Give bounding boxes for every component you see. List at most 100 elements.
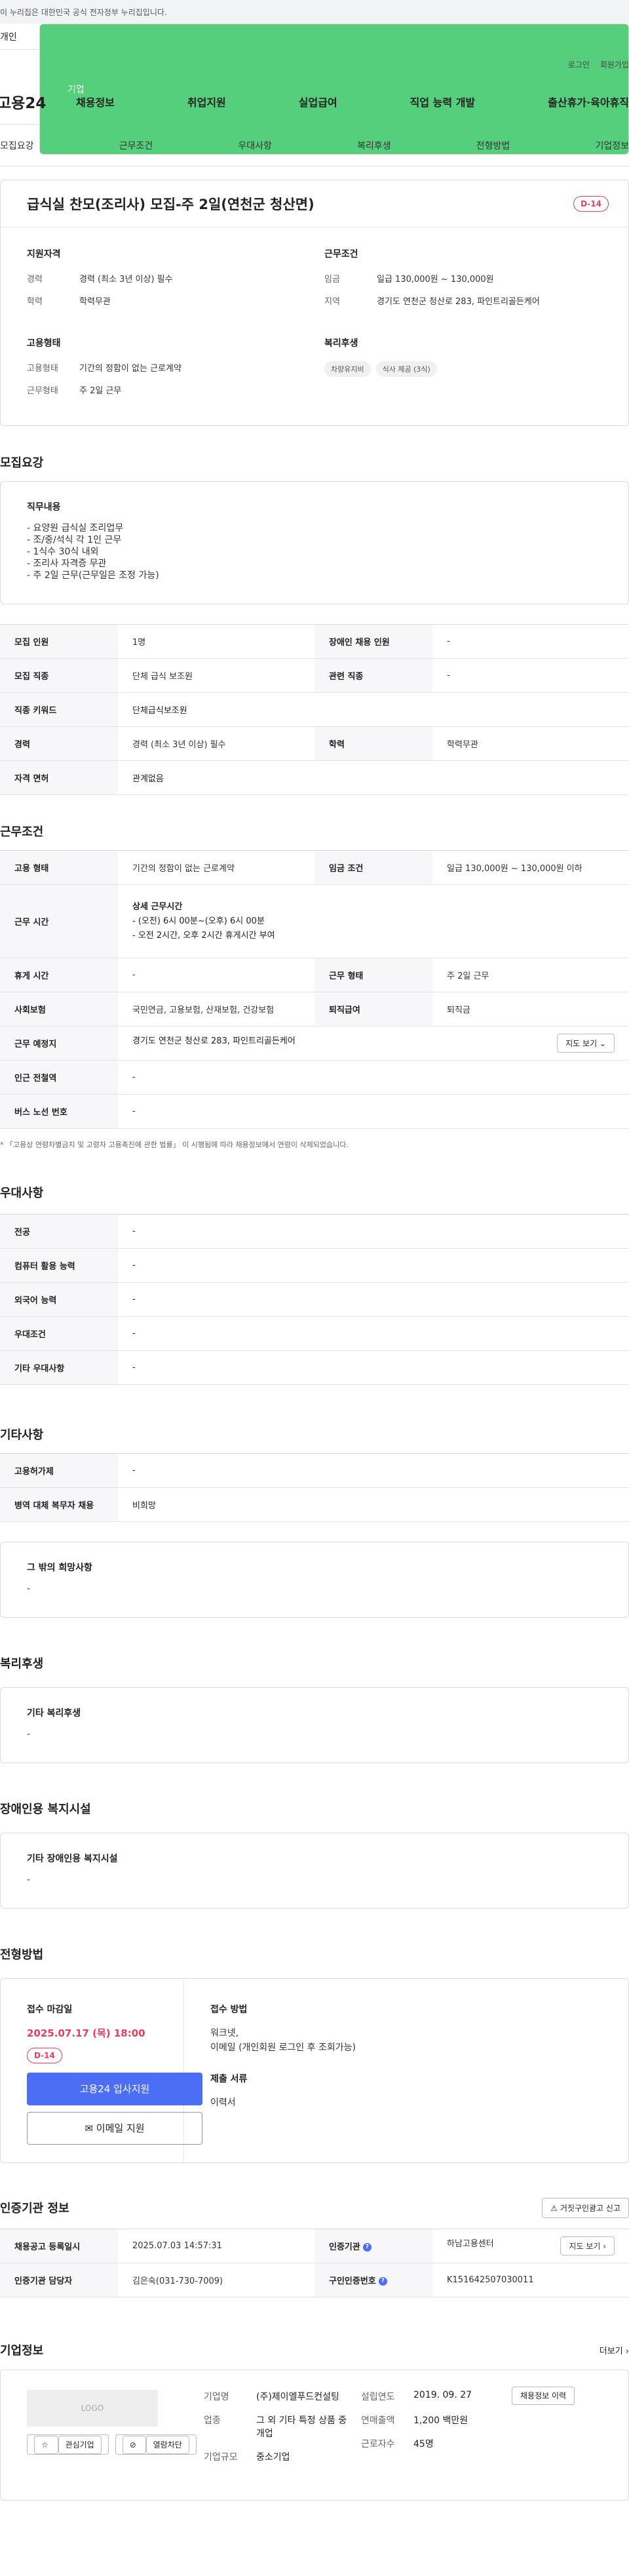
- table-header-cell: 휴게 시간: [0, 958, 118, 992]
- table-row: 버스 노선 번호 -: [0, 1094, 629, 1129]
- anchor-preferences[interactable]: 우대사항: [238, 139, 272, 152]
- table-header-cell: 근무 예정지: [0, 1026, 118, 1061]
- emp-form-label: 근무형태: [27, 386, 58, 396]
- table-cell: -: [432, 658, 629, 693]
- block-label: 열람차단: [145, 2436, 189, 2454]
- conditions-title: 근무조건: [324, 249, 358, 260]
- employees-value: 45명: [413, 2439, 434, 2449]
- agency-table: 채용공고 등록일시 2025.07.03 14:57:31 인증기관? 하남고용센…: [0, 2229, 629, 2297]
- apply-button[interactable]: 고용24 입사지원: [27, 2073, 202, 2105]
- report-fake-ad-button[interactable]: ⚠ 거짓구인광고 신고: [542, 2197, 629, 2218]
- table-row: 근무 시간 상세 근무시간 - (오전) 6시 00분~(오후) 6시 00분 …: [0, 884, 629, 958]
- area-value: 경기도 연천군 청산로 283, 파인트리골든케어: [377, 297, 540, 307]
- anchor-process[interactable]: 전형방법: [476, 139, 510, 152]
- table-header-cell: 고용허가제: [0, 1453, 118, 1488]
- duty-line: - 주 2일 근무(근무일은 조정 가능): [27, 570, 159, 581]
- table-cell: 하남고용센터 지도 보기 ›: [432, 2229, 629, 2263]
- table-header-cell: 임금 조건: [314, 850, 432, 885]
- tab-company[interactable]: 기업: [39, 24, 629, 155]
- hiring-history-button[interactable]: 채용정보 이력: [512, 2387, 575, 2405]
- sales-label: 연매출액: [361, 2415, 395, 2426]
- work-time-line: - 오전 2시간, 오후 2시간 휴게시간 부여: [132, 930, 275, 941]
- scale-label: 기업규모: [204, 2452, 238, 2463]
- alert-icon: ⚠: [550, 2203, 560, 2213]
- email-apply-button[interactable]: ✉ 이메일 지원: [27, 2112, 202, 2145]
- duty-title: 직무내용: [27, 502, 61, 513]
- wage-value: 일급 130,000원 ~ 130,000원: [377, 275, 494, 284]
- menu-item-unemployment-benefit[interactable]: 실업급여: [299, 94, 337, 109]
- founded-label: 설립연도: [361, 2392, 395, 2402]
- table-header-cell: 퇴직급여: [314, 992, 432, 1026]
- table-cell: 일급 130,000원 ~ 130,000원 이하: [432, 850, 629, 885]
- emp-form-value: 주 2일 근무: [79, 386, 122, 396]
- table-cell: 퇴직금: [432, 992, 629, 1026]
- welfare-summary-title: 복리후생: [324, 338, 358, 349]
- education-label: 학력: [27, 297, 43, 307]
- disabled-box: 기타 장애인용 복지시설 -: [0, 1833, 629, 1909]
- star-icon: ☆: [34, 2436, 58, 2454]
- disabled-box-value: -: [27, 1875, 31, 1885]
- table-row: 채용공고 등록일시 2025.07.03 14:57:31 인증기관? 하남고용센…: [0, 2229, 629, 2263]
- help-icon[interactable]: ?: [362, 2243, 372, 2252]
- company-header: 기업정보 더보기 ›: [0, 2297, 629, 2370]
- table-header-cell: 인증기관 담당자: [0, 2263, 118, 2297]
- deadline-title: 접수 마감일: [27, 2004, 73, 2015]
- section-title-disabled: 장애인용 복지시설: [0, 1803, 91, 1816]
- menu-item-parental-leave[interactable]: 출산휴가·육아휴직: [548, 94, 629, 109]
- login-link[interactable]: 로그인: [568, 59, 590, 70]
- work-address: 경기도 연천군 청산로 283, 파인트리골든케어: [132, 1036, 295, 1046]
- welfare-box-value: -: [27, 1729, 31, 1740]
- employment-title: 고용형태: [27, 338, 61, 349]
- block-view-button[interactable]: ⊘ 열람차단: [115, 2434, 197, 2455]
- site-logo[interactable]: 고용24: [0, 90, 76, 113]
- industry-value: 그 외 기타 특정 상품 중개업: [256, 2415, 347, 2439]
- anchor-recruit[interactable]: 모집요강: [0, 139, 34, 152]
- agency-header: 인증기관 정보 ⚠ 거짓구인광고 신고: [0, 2163, 629, 2229]
- table-cell: -: [118, 1316, 629, 1351]
- table-cell: 주 2일 근무: [432, 958, 629, 992]
- table-header-cell: 관련 직종: [314, 658, 432, 693]
- gov-banner-text: 이 누리집은 대한민국 공식 전자정부 누리집입니다.: [0, 8, 167, 17]
- table-header-cell: 버스 노선 번호: [0, 1094, 118, 1129]
- table-row: 모집 직종 단체 급식 보조원 관련 직종 -: [0, 658, 629, 693]
- work-table: 고용 형태 기간의 정함이 없는 근로계약 임금 조건 일급 130,000원 ~ …: [0, 850, 629, 1129]
- table-header-cell: 외국어 능력: [0, 1282, 118, 1317]
- table-header-cell: 모집 직종: [0, 658, 118, 693]
- table-header-cell: 경력: [0, 726, 118, 761]
- table-header-cell: 병역 대체 복무자 채용: [0, 1487, 118, 1522]
- anchor-welfare[interactable]: 복리후생: [357, 139, 391, 152]
- table-cell: -: [118, 1214, 629, 1249]
- table-row: 인증기관 담당자 김은숙(031-730-7009) 구인인증번호? K15164…: [0, 2263, 629, 2297]
- table-row: 직종 키워드 단체급식보조원: [0, 692, 629, 727]
- company-more-link[interactable]: 더보기 ›: [600, 2344, 629, 2356]
- qualification-block: 지원자격 경력 경력 (최소 3년 이상) 필수 학력 학력무관: [27, 247, 311, 317]
- recruit-table: 모집 인원 1명 장애인 채용 인원 - 모집 직종 단체 급식 보조원 관련 직종 -…: [0, 624, 629, 795]
- favorite-label: 관심기업: [58, 2436, 102, 2454]
- anchor-company[interactable]: 기업정보: [595, 139, 629, 152]
- menu-item-jobs[interactable]: 채용정보: [76, 94, 115, 109]
- tab-personal[interactable]: 개인: [0, 24, 39, 50]
- career-value: 경력 (최소 3년 이상) 필수: [79, 275, 173, 284]
- table-row: 자격 면허 관계없음: [0, 760, 629, 795]
- duty-line: - 1식수 30식 내외: [27, 547, 99, 557]
- mail-icon: ✉: [85, 2122, 96, 2134]
- method-line: 이메일 (개인회원 로그인 후 조회가능): [210, 2042, 356, 2053]
- sales-value: 1,200 백만원: [413, 2415, 468, 2426]
- anchor-work-conditions[interactable]: 근무조건: [119, 139, 153, 152]
- favorite-company-button[interactable]: ☆ 관심기업: [27, 2434, 109, 2455]
- join-link[interactable]: 회원가입: [600, 59, 629, 70]
- agency-map-button[interactable]: 지도 보기 ›: [560, 2236, 615, 2255]
- table-header-cell: 학력: [314, 726, 432, 761]
- map-view-button[interactable]: 지도 보기 ⌄: [557, 1034, 615, 1053]
- user-type-tabs: 개인 기업: [0, 24, 629, 155]
- founded-value: 2019. 09. 27: [413, 2390, 472, 2400]
- menu-item-skill-development[interactable]: 직업 능력 개발: [410, 94, 475, 109]
- table-row: 휴게 시간 - 근무 형태 주 2일 근무: [0, 958, 629, 992]
- method-lines: 워크넷, 이메일 (개인회원 로그인 후 조회가능): [210, 2026, 602, 2055]
- help-icon[interactable]: ?: [378, 2277, 387, 2286]
- menu-item-employment-support[interactable]: 취업지원: [187, 94, 226, 109]
- duty-line: - 조리사 자격증 무관: [27, 558, 107, 569]
- table-row: 외국어 능력 -: [0, 1282, 629, 1317]
- table-header-cell: 전공: [0, 1214, 118, 1249]
- scale-value: 중소기업: [256, 2452, 290, 2463]
